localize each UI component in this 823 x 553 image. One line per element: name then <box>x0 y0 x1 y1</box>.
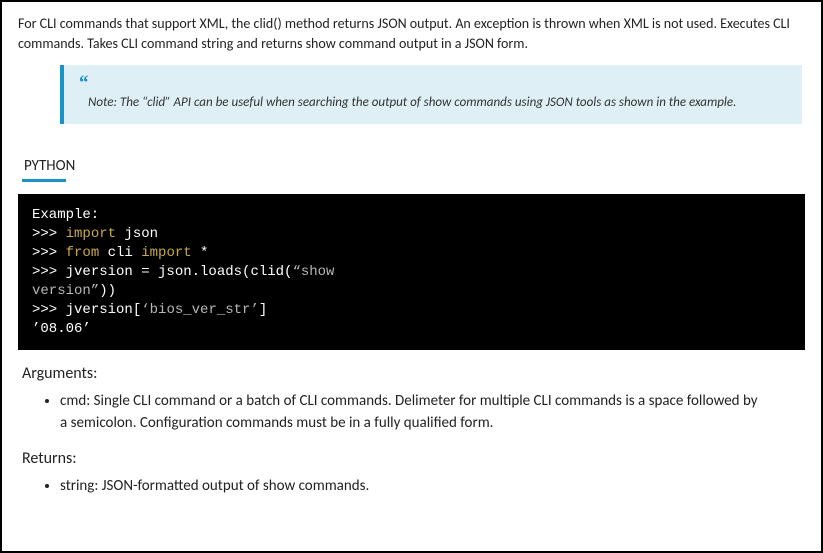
list-item: cmd: Single CLI command or a batch of CL… <box>60 391 805 435</box>
code-string: ‘bios_ver_str’ <box>141 302 259 318</box>
code-line: Example: <box>32 206 791 225</box>
code-text: ’08.06’ <box>32 321 91 337</box>
code-text: Example: <box>32 207 99 223</box>
code-prompt: >>> <box>32 226 66 242</box>
arguments-heading: Arguments: <box>22 364 805 383</box>
code-text: ] <box>259 302 267 318</box>
code-line: ’08.06’ <box>32 320 791 339</box>
code-string: version” <box>32 283 99 299</box>
returns-heading: Returns: <box>22 449 805 468</box>
code-line: >>> jversion[‘bios_ver_str’] <box>32 301 791 320</box>
code-text: jversion[ <box>66 302 142 318</box>
language-tab: PYTHON <box>22 156 77 182</box>
returns-list: string: JSON-formatted output of show co… <box>60 476 805 498</box>
list-item: string: JSON-formatted output of show co… <box>60 476 805 498</box>
code-text: jversion = json.loads(clid( <box>66 264 293 280</box>
code-keyword: import <box>141 245 191 261</box>
code-prompt: >>> <box>32 264 66 280</box>
code-prompt: >>> <box>32 302 66 318</box>
language-tab-label: PYTHON <box>22 157 77 178</box>
note-callout: “ Note: The “clid” API can be useful whe… <box>60 65 802 124</box>
code-line: >>> from cli import * <box>32 244 791 263</box>
code-text: * <box>192 245 209 261</box>
code-text: json <box>116 226 158 242</box>
code-string: “show <box>292 264 334 280</box>
code-text: cli <box>99 245 141 261</box>
code-example-block: Example:>>> import json>>> from cli impo… <box>18 194 805 350</box>
note-text: Note: The “clid” API can be useful when … <box>78 95 788 110</box>
code-text: )) <box>99 283 116 299</box>
code-line: version”)) <box>32 282 791 301</box>
code-line: >>> import json <box>32 225 791 244</box>
quote-mark-icon: “ <box>78 73 788 93</box>
language-tab-underline <box>22 179 66 182</box>
code-line: >>> jversion = json.loads(clid(“show <box>32 263 791 282</box>
code-keyword: import <box>66 226 116 242</box>
arguments-list: cmd: Single CLI command or a batch of CL… <box>60 391 805 435</box>
code-keyword: from <box>66 245 100 261</box>
intro-paragraph: For CLI commands that support XML, the c… <box>18 14 805 53</box>
code-prompt: >>> <box>32 245 66 261</box>
